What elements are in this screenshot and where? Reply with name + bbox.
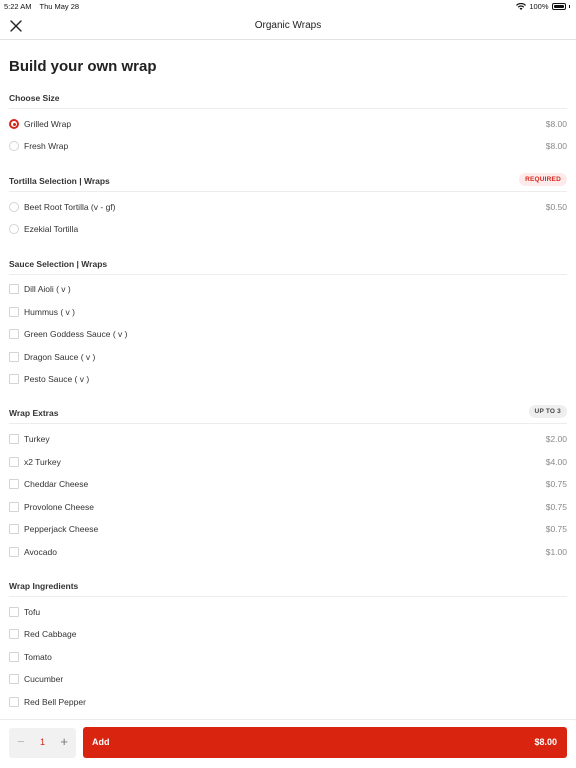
quantity-stepper: − 1 + (9, 728, 76, 758)
option-label: Turkey (24, 434, 50, 444)
checkbox[interactable] (9, 457, 19, 467)
option-price: $8.00 (545, 141, 567, 151)
checkbox[interactable] (9, 524, 19, 534)
increment-button[interactable]: + (60, 735, 68, 749)
option-x2-turkey[interactable]: x2 Turkey $4.00 (9, 456, 567, 470)
section-title: Sauce Selection | Wraps (9, 259, 108, 269)
option-label: Grilled Wrap (24, 119, 72, 129)
option-provolone-cheese[interactable]: Provolone Cheese $0.75 (9, 501, 567, 515)
option-label: x2 Turkey (24, 457, 61, 467)
checkbox[interactable] (9, 307, 19, 317)
option-label: Hummus ( v ) (24, 307, 75, 317)
checkbox[interactable] (9, 629, 19, 639)
add-to-cart-button[interactable]: Add $8.00 (83, 727, 567, 758)
option-label: Tofu (24, 607, 41, 617)
checkbox[interactable] (9, 329, 19, 339)
status-time: 5:22 AM (4, 2, 32, 11)
upto-badge: UP TO 3 (528, 405, 567, 418)
section-header-tortilla: Tortilla Selection | Wraps REQUIRED (9, 173, 567, 192)
option-cheddar-cheese[interactable]: Cheddar Cheese $0.75 (9, 478, 567, 492)
option-label: Beet Root Tortilla (v - gf) (24, 202, 116, 212)
checkbox[interactable] (9, 502, 19, 512)
option-dill-aioli[interactable]: Dill Aioli ( v ) (9, 283, 567, 297)
option-label: Fresh Wrap (24, 141, 69, 151)
radio[interactable] (9, 202, 19, 212)
option-label: Red Cabbage (24, 629, 77, 639)
nav-title: Organic Wraps (254, 20, 322, 31)
checkbox[interactable] (9, 652, 19, 662)
option-tofu[interactable]: Tofu (9, 606, 567, 620)
option-price: $0.75 (545, 479, 567, 489)
section-title: Choose Size (9, 93, 60, 103)
option-price: $0.50 (545, 202, 567, 212)
battery-icon (551, 3, 566, 10)
nav-bar: Organic Wraps (0, 12, 576, 40)
option-label: Tomato (24, 652, 52, 662)
option-label: Ezekial Tortilla (24, 224, 79, 234)
option-red-bell-pepper[interactable]: Red Bell Pepper (9, 696, 567, 710)
option-price: $1.00 (545, 547, 567, 557)
option-fresh-wrap[interactable]: Fresh Wrap $8.00 (9, 140, 567, 154)
option-pesto-sauce[interactable]: Pesto Sauce ( v ) (9, 373, 567, 387)
status-left: 5:22 AM Thu May 28 (4, 2, 85, 11)
checkbox[interactable] (9, 547, 19, 557)
checkbox[interactable] (9, 479, 19, 489)
status-bar: 5:22 AM Thu May 28 100% (0, 0, 576, 12)
option-grilled-wrap[interactable]: Grilled Wrap $8.00 (9, 118, 567, 132)
option-turkey[interactable]: Turkey $2.00 (9, 433, 567, 447)
option-price: $8.00 (545, 119, 567, 129)
option-price: $0.75 (545, 524, 567, 534)
option-green-goddess-sauce[interactable]: Green Goddess Sauce ( v ) (9, 328, 567, 342)
option-red-cabbage[interactable]: Red Cabbage (9, 628, 567, 642)
section-header-size: Choose Size (9, 93, 567, 109)
section-title: Wrap Extras (9, 408, 59, 418)
option-price: $2.00 (545, 434, 567, 444)
checkbox[interactable] (9, 674, 19, 684)
section-title: Tortilla Selection | Wraps (9, 176, 110, 186)
option-dragon-sauce[interactable]: Dragon Sauce ( v ) (9, 351, 567, 365)
option-price: $0.75 (545, 502, 567, 512)
option-label: Dill Aioli ( v ) (24, 284, 71, 294)
option-hummus[interactable]: Hummus ( v ) (9, 306, 567, 320)
radio[interactable] (9, 141, 19, 151)
option-label: Red Bell Pepper (24, 697, 86, 707)
wifi-icon (516, 2, 527, 10)
section-header-ingredients: Wrap Ingredients (9, 581, 567, 597)
checkbox[interactable] (9, 434, 19, 444)
battery-tip (568, 5, 570, 8)
option-label: Avocado (24, 547, 57, 557)
option-price: $4.00 (545, 457, 567, 467)
section-title: Wrap Ingredients (9, 581, 79, 591)
page-title: Build your own wrap (9, 58, 157, 75)
checkbox[interactable] (9, 374, 19, 384)
checkbox[interactable] (9, 352, 19, 362)
checkbox[interactable] (9, 284, 19, 294)
required-badge: REQUIRED (519, 173, 567, 186)
checkbox[interactable] (9, 607, 19, 617)
option-tomato[interactable]: Tomato (9, 651, 567, 665)
option-label: Pepperjack Cheese (24, 524, 99, 534)
option-pepperjack-cheese[interactable]: Pepperjack Cheese $0.75 (9, 523, 567, 537)
add-label: Add (92, 737, 110, 747)
option-avocado[interactable]: Avocado $1.00 (9, 546, 567, 560)
status-right: 100% (516, 2, 570, 11)
section-header-extras: Wrap Extras UP TO 3 (9, 405, 567, 424)
option-label: Green Goddess Sauce ( v ) (24, 329, 128, 339)
section-header-sauce: Sauce Selection | Wraps (9, 259, 567, 275)
option-ezekial-tortilla[interactable]: Ezekial Tortilla (9, 223, 567, 237)
option-label: Pesto Sauce ( v ) (24, 374, 90, 384)
radio[interactable] (9, 224, 19, 234)
radio-selected[interactable] (9, 119, 19, 129)
option-label: Cheddar Cheese (24, 479, 89, 489)
battery-percent: 100% (529, 2, 549, 11)
checkbox[interactable] (9, 697, 19, 707)
option-cucumber[interactable]: Cucumber (9, 673, 567, 687)
option-label: Cucumber (24, 674, 64, 684)
option-label: Provolone Cheese (24, 502, 94, 512)
status-date: Thu May 28 (39, 2, 80, 11)
footer-divider (0, 719, 576, 720)
add-price: $8.00 (534, 737, 557, 747)
option-label: Dragon Sauce ( v ) (24, 352, 96, 362)
option-beet-root-tortilla[interactable]: Beet Root Tortilla (v - gf) $0.50 (9, 201, 567, 215)
